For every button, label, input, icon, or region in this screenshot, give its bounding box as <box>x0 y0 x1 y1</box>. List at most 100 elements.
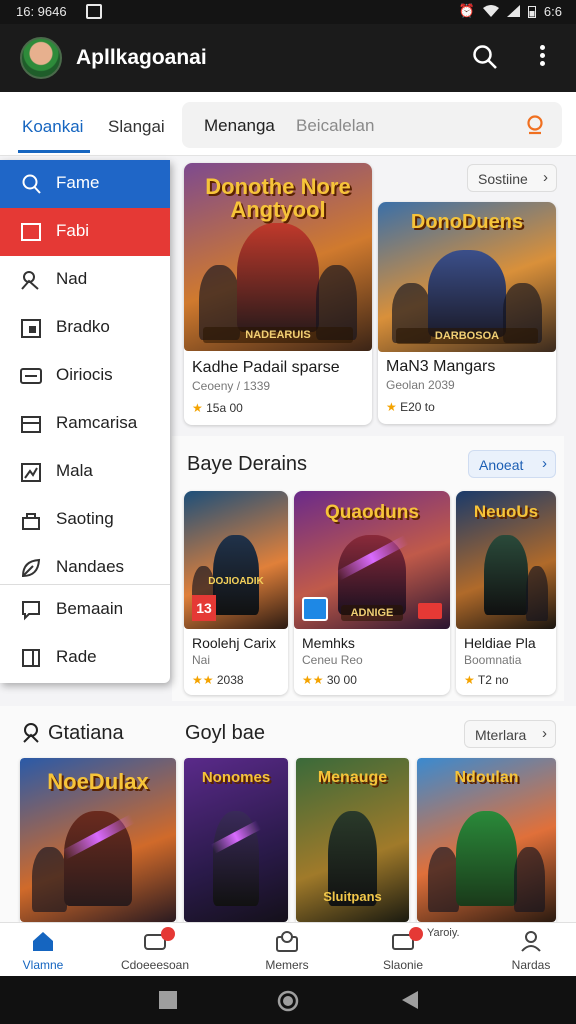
drawer-item-rade[interactable]: Rade <box>0 634 170 682</box>
nav-messages[interactable]: Yaroiy. Slaonie <box>353 923 460 977</box>
tab-bar: Koankai Slangai Menanga Beicalelan <box>0 92 576 156</box>
game-cover[interactable]: Menauge Sluitpans <box>296 758 409 922</box>
featured-more-pill[interactable]: Sostiine › <box>467 164 557 192</box>
section3-more-pill[interactable]: Mterlara › <box>464 720 556 748</box>
star-icon: ★★ <box>192 673 214 687</box>
alarm-icon: ⏰ <box>458 3 475 18</box>
card-subtitle: Nai <box>192 653 211 667</box>
drawer-item-fabi[interactable]: Fabi <box>0 208 170 256</box>
more-options-icon[interactable] <box>530 42 554 72</box>
app-title: Apllkagoanai <box>76 46 207 69</box>
leaf-icon <box>21 558 41 578</box>
game-card[interactable]: Quaoduns ADNIGE Memhks Ceneu Reo ★★ 30 0… <box>294 491 450 695</box>
status-right-text: 6:6 <box>543 3 562 19</box>
drawer-item-oiriocis[interactable]: Oiriocis <box>0 352 170 400</box>
trophy-icon <box>23 723 39 743</box>
home-button-icon[interactable] <box>277 990 299 1012</box>
game-card[interactable]: DOJIOADIK 13 Roolehj Carix Nai ★★ 2038 <box>184 491 288 695</box>
tab-koankai[interactable]: Koankai <box>22 117 83 137</box>
game-cover[interactable]: DonoDuens DARBOSOA <box>378 202 556 352</box>
people-icon <box>21 271 39 290</box>
notification-badge <box>409 927 423 941</box>
card-title: MaN3 Mangars <box>386 358 496 375</box>
featured-card[interactable]: Donothe Nore Angtyool NADEARUIS Kadhe Pa… <box>184 163 372 425</box>
profile-icon <box>521 931 541 952</box>
system-navigation-bar <box>0 976 576 1024</box>
drawer-divider <box>0 584 170 585</box>
card-rating: ★★ 2038 <box>192 673 244 687</box>
nav-home[interactable]: Vlamne <box>0 923 93 977</box>
image-icon <box>21 463 41 482</box>
lock-icon <box>22 513 40 530</box>
game-cover[interactable]: Quaoduns ADNIGE <box>294 491 450 629</box>
search-bar[interactable]: Menanga Beicalelan <box>182 102 562 148</box>
game-cover[interactable]: NoeDulax <box>20 758 176 922</box>
square-icon <box>21 223 41 241</box>
status-time: 16: 9646 <box>16 4 67 19</box>
game-cover[interactable]: Donothe Nore Angtyool NADEARUIS <box>184 163 372 351</box>
game-cover[interactable]: NeuoUs <box>456 491 556 629</box>
game-cover[interactable]: Nonomes <box>184 758 288 922</box>
card-title: Heldiae Pla <box>464 635 536 651</box>
card-title: Roolehj Carix <box>192 635 277 651</box>
drawer-item-fame[interactable]: Fame <box>0 160 170 208</box>
section3-heading-left: Gtatiana <box>48 722 124 744</box>
search-icon <box>22 174 41 194</box>
tab-slangai[interactable]: Slangai <box>108 117 165 137</box>
card-title: Kadhe Padail sparse <box>192 359 340 376</box>
search-chip[interactable]: Menanga <box>204 116 275 136</box>
section2-heading: Baye Derains <box>187 453 308 475</box>
book-icon <box>22 649 40 667</box>
featured-card[interactable]: DonoDuens DARBOSOA MaN3 Mangars Geolan 2… <box>378 202 556 424</box>
drawer-item-nad[interactable]: Nad <box>0 256 170 304</box>
nav-caption: Yaroiy. <box>427 927 460 939</box>
chat-icon <box>22 601 40 621</box>
card-title: Memhks <box>302 635 355 651</box>
signal-icon <box>506 5 520 17</box>
section2-more-pill[interactable]: Anoeat › <box>468 450 556 478</box>
card-rating: ★ 15a 00 <box>192 401 243 415</box>
app-bar: Apllkagoanai <box>0 24 576 92</box>
star-icon: ★ <box>464 673 475 687</box>
recents-icon[interactable] <box>158 990 178 1010</box>
search-icon[interactable] <box>524 114 546 136</box>
star-icon: ★ <box>192 401 203 415</box>
game-card[interactable]: NeuoUs Heldiae Pla Boomnatia ★ T2 no <box>456 491 556 695</box>
home-icon <box>33 932 53 951</box>
age-rating-badge: 13 <box>192 595 216 621</box>
drawer-item-bradko[interactable]: Bradko <box>0 304 170 352</box>
card-rating: ★ T2 no <box>464 673 509 687</box>
rating-badge <box>418 603 442 619</box>
drawer-item-ramcarisa[interactable]: Ramcarisa <box>0 400 170 448</box>
nav-games[interactable]: Cdoeeesoan <box>105 923 205 977</box>
back-icon[interactable] <box>400 990 420 1010</box>
drawer-item-bemaain[interactable]: Bemaain <box>0 586 170 634</box>
drawer-item-saoting[interactable]: Saoting <box>0 496 170 544</box>
card-rating: ★★ 30 00 <box>302 673 357 687</box>
avatar[interactable] <box>20 37 62 79</box>
navigation-drawer: Fame Fabi Nad Bradko Oiriocis Ramcarisa … <box>0 160 170 683</box>
wifi-icon <box>482 5 499 17</box>
calendar-icon <box>21 319 41 338</box>
battery-icon <box>527 5 536 18</box>
nav-profile[interactable]: Nardas <box>481 923 576 977</box>
card-subtitle: Ceoeny / 1339 <box>192 379 271 393</box>
nav-members[interactable]: Memers <box>237 923 337 977</box>
drawer-item-mala[interactable]: Mala <box>0 448 170 496</box>
card-subtitle: Geolan 2039 <box>386 378 455 392</box>
card-subtitle: Ceneu Reo <box>302 653 363 667</box>
game-cover[interactable]: DOJIOADIK 13 <box>184 491 288 629</box>
notification-icon <box>86 4 102 19</box>
status-bar: 16: 9646 ⏰ 6:6 <box>0 0 576 24</box>
game-cover[interactable]: Ndoulan <box>417 758 556 922</box>
notification-badge <box>161 927 175 941</box>
star-icon: ★★ <box>302 673 324 687</box>
folder-icon <box>21 416 41 433</box>
list-icon <box>20 368 42 384</box>
platform-badge <box>302 597 328 621</box>
card-subtitle: Boomnatia <box>464 653 522 667</box>
bottom-navigation: Vlamne Cdoeeesoan Memers Yaroiy. Slaonie… <box>0 922 576 976</box>
search-icon[interactable] <box>472 44 498 70</box>
search-input[interactable]: Beicalelan <box>296 116 374 136</box>
star-icon: ★ <box>386 400 397 414</box>
